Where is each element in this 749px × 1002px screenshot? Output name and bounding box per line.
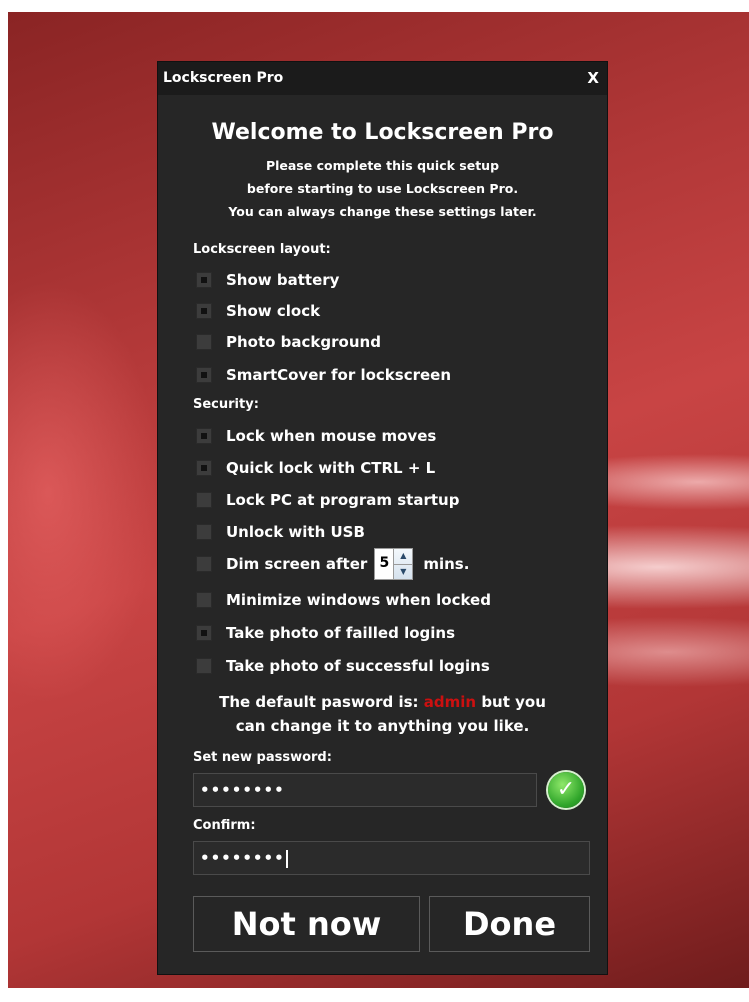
photo-failed-logins-option[interactable]: Take photo of failled logins bbox=[196, 623, 455, 643]
dim-minutes-unit: mins. bbox=[423, 555, 470, 573]
dim-minutes-stepper[interactable]: 5 ▲ ▼ bbox=[374, 548, 414, 580]
stepper-arrows: ▲ ▼ bbox=[393, 549, 413, 580]
lock-mouse-moves-checkbox[interactable] bbox=[196, 428, 212, 444]
unlock-usb-option[interactable]: Unlock with USB bbox=[196, 522, 365, 542]
done-button[interactable]: Done bbox=[429, 896, 590, 952]
option-label: Lock PC at program startup bbox=[226, 491, 460, 509]
close-button[interactable]: X bbox=[587, 69, 599, 87]
minimize-windows-checkbox[interactable] bbox=[196, 592, 212, 608]
option-label: Take photo of failled logins bbox=[226, 624, 455, 642]
photo-background-option[interactable]: Photo background bbox=[196, 332, 381, 352]
lock-mouse-moves-option[interactable]: Lock when mouse moves bbox=[196, 426, 436, 446]
title-bar[interactable]: Lockscreen Pro X bbox=[158, 62, 607, 95]
arrow-up-icon[interactable]: ▲ bbox=[394, 549, 412, 564]
arrow-down-icon[interactable]: ▼ bbox=[394, 563, 413, 580]
intro-line: Please complete this quick setup bbox=[265, 158, 500, 173]
not-now-button[interactable]: Not now bbox=[193, 896, 420, 952]
photo-failed-logins-checkbox[interactable] bbox=[196, 625, 212, 641]
note-text: The default pasword is: bbox=[219, 693, 424, 711]
option-label: Minimize windows when locked bbox=[226, 591, 491, 609]
minimize-windows-option[interactable]: Minimize windows when locked bbox=[196, 590, 491, 610]
quick-lock-option[interactable]: Quick lock with CTRL + L bbox=[196, 458, 435, 478]
confirm-password-value: •••••••• bbox=[200, 849, 285, 867]
option-label: Unlock with USB bbox=[226, 523, 365, 541]
new-password-label: Set new password: bbox=[193, 750, 332, 765]
unlock-usb-checkbox[interactable] bbox=[196, 524, 212, 540]
photo-successful-logins-option[interactable]: Take photo of successful logins bbox=[196, 656, 490, 676]
option-label: Quick lock with CTRL + L bbox=[226, 459, 436, 477]
password-note-line-2: can change it to anything you like. bbox=[235, 717, 530, 735]
dim-screen-option[interactable]: Dim screen after 5 ▲ ▼ mins. bbox=[196, 548, 470, 580]
option-label: Take photo of successful logins bbox=[226, 657, 490, 675]
smartcover-option[interactable]: SmartCover for lockscreen bbox=[196, 365, 451, 385]
new-password-field[interactable]: •••••••• bbox=[193, 773, 537, 807]
show-clock-checkbox[interactable] bbox=[196, 303, 212, 319]
checkmark-circle-icon: ✓ bbox=[548, 772, 584, 808]
option-label: Lock when mouse moves bbox=[226, 427, 437, 445]
password-note-line-1: The default pasword is: admin but you bbox=[158, 690, 607, 714]
intro-text: Please complete this quick setup before … bbox=[158, 154, 607, 223]
note-text: but you bbox=[476, 693, 546, 711]
quick-lock-checkbox[interactable] bbox=[196, 460, 212, 476]
intro-line: before starting to use Lockscreen Pro. bbox=[246, 181, 519, 196]
option-label: Photo background bbox=[226, 333, 381, 351]
photo-successful-logins-checkbox[interactable] bbox=[196, 658, 212, 674]
option-label: SmartCover for lockscreen bbox=[226, 366, 452, 384]
dim-screen-checkbox[interactable] bbox=[196, 556, 212, 572]
confirm-password-label: Confirm: bbox=[193, 818, 256, 833]
intro-line: You can always change these settings lat… bbox=[228, 204, 537, 219]
text-caret bbox=[285, 849, 288, 868]
smartcover-checkbox[interactable] bbox=[196, 367, 212, 383]
option-label: Show clock bbox=[226, 302, 321, 320]
default-password: admin bbox=[423, 693, 477, 711]
show-battery-checkbox[interactable] bbox=[196, 272, 212, 288]
show-clock-option[interactable]: Show clock bbox=[196, 301, 320, 321]
option-label: Dim screen after bbox=[226, 555, 368, 573]
layout-section-label: Lockscreen layout: bbox=[193, 242, 331, 257]
setup-dialog: Lockscreen Pro X Welcome to Lockscreen P… bbox=[158, 62, 607, 974]
confirm-password-field[interactable]: •••••••• bbox=[193, 841, 590, 875]
desktop-background: Lockscreen Pro X Welcome to Lockscreen P… bbox=[8, 12, 749, 988]
window-title: Lockscreen Pro bbox=[163, 70, 284, 86]
show-battery-option[interactable]: Show battery bbox=[196, 270, 339, 290]
dim-minutes-value[interactable]: 5 bbox=[375, 549, 393, 579]
welcome-heading: Welcome to Lockscreen Pro bbox=[211, 120, 554, 145]
option-label: Show battery bbox=[226, 271, 340, 289]
password-note: The default pasword is: admin but you ca… bbox=[158, 690, 607, 738]
lock-at-startup-option[interactable]: Lock PC at program startup bbox=[196, 490, 459, 510]
security-section-label: Security: bbox=[193, 397, 259, 412]
lock-at-startup-checkbox[interactable] bbox=[196, 492, 212, 508]
photo-background-checkbox[interactable] bbox=[196, 334, 212, 350]
